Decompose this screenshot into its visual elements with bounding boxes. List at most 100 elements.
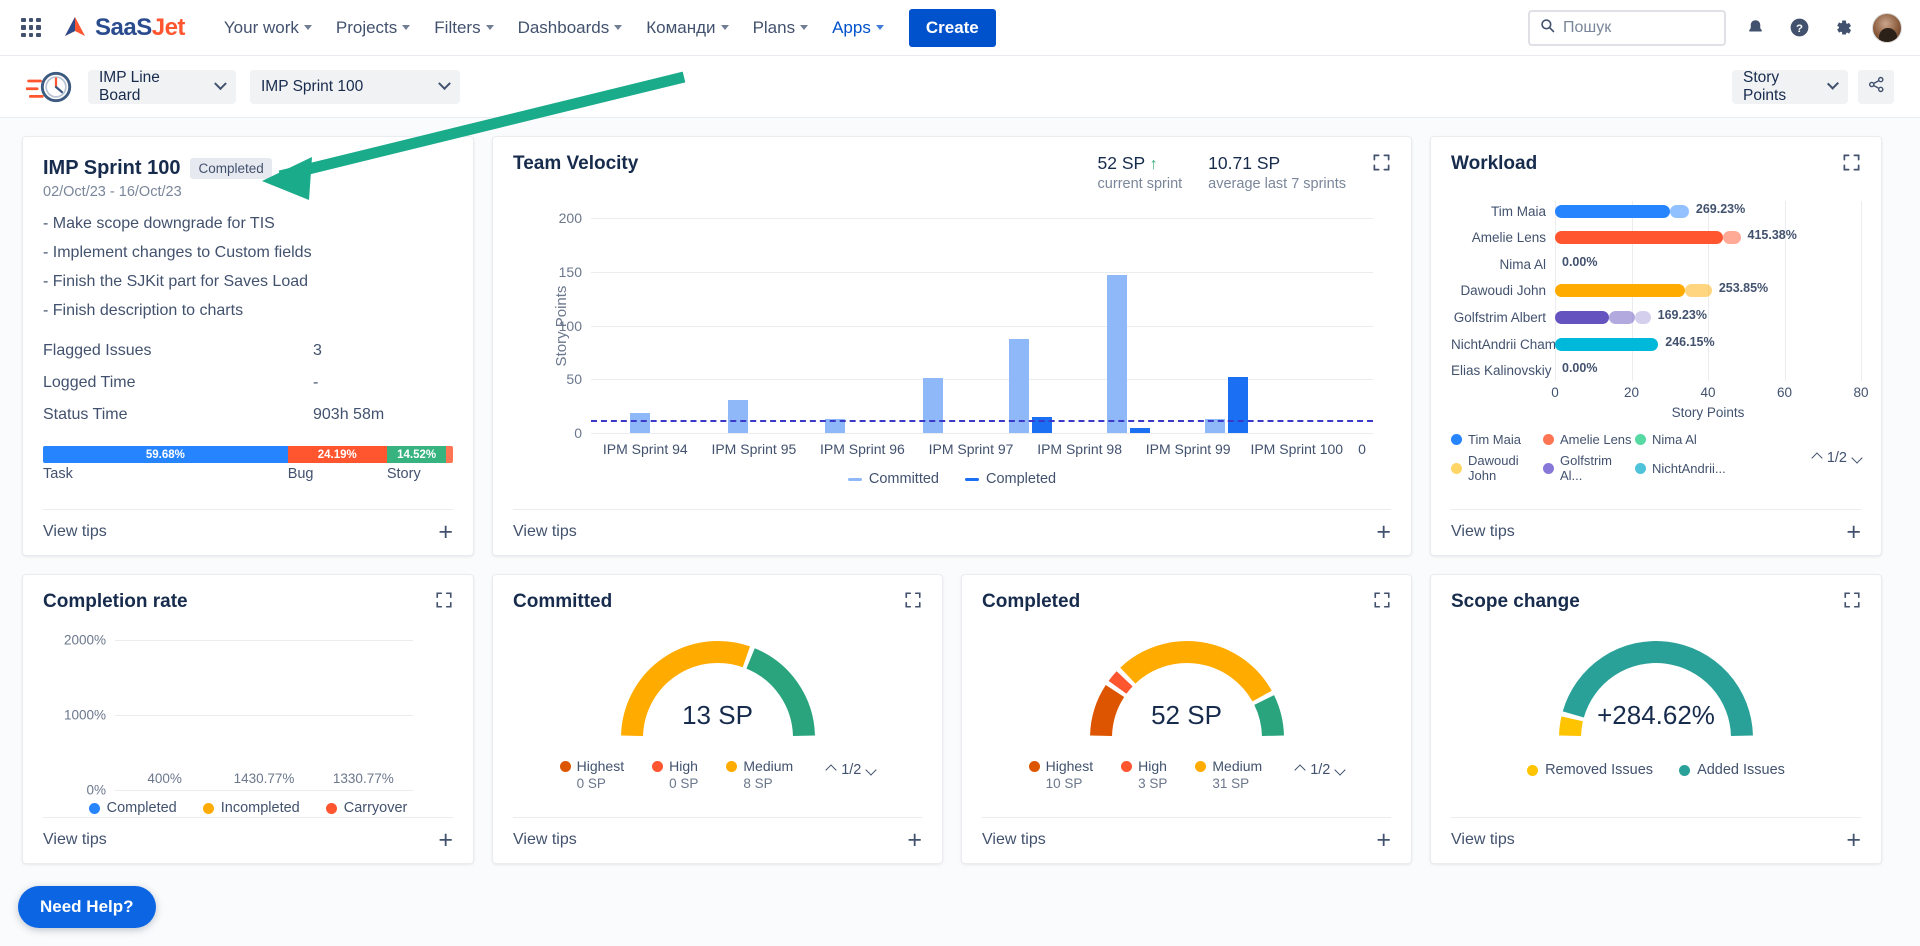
view-tips-footer[interactable]: View tips + [513,817,922,863]
table-row: Tim Maia 269.23% [1451,201,1861,221]
bar[interactable] [923,378,944,433]
legend-item[interactable]: Completed [88,800,177,816]
main-nav-links: Your work Projects Filters Dashboards Ко… [213,8,996,47]
expand-icon[interactable] [1372,153,1391,177]
legend-item[interactable]: Added Issues [1679,762,1785,778]
bar[interactable] [727,399,748,433]
legend-item[interactable]: Highest 0 SP [559,758,624,791]
workload-card: Workload Tim Maia 269.23% Amelie Lens 415.3… [1430,136,1882,556]
gauge-segment[interactable] [1108,671,1133,694]
legend-label: High [669,758,698,774]
bar[interactable] [1723,231,1741,245]
need-help-button[interactable]: Need Help? [18,886,156,928]
bar[interactable] [1227,377,1248,433]
bar-group [884,218,982,433]
legend-item[interactable]: Medium 31 SP [1195,758,1262,791]
chevron-down-icon[interactable] [865,764,878,776]
nav-item-apps[interactable]: Apps [821,10,895,46]
nav-item-your-work[interactable]: Your work [213,10,323,46]
legend-item[interactable]: Highest 10 SP [1028,758,1094,791]
bar[interactable] [1635,311,1651,325]
app-switcher-icon[interactable] [18,15,44,41]
expand-icon[interactable] [1843,591,1861,614]
legend-item[interactable]: High 0 SP [652,758,698,791]
bar[interactable] [1669,204,1689,218]
nav-item-dashboards[interactable]: Dashboards [507,10,634,46]
nav-item-plans[interactable]: Plans [742,10,820,46]
chevron-down-icon[interactable] [1851,451,1863,464]
board-select[interactable]: IMP Line Board [88,69,236,104]
create-button[interactable]: Create [908,8,996,47]
legend-item[interactable]: High 3 SP [1121,758,1167,791]
bar[interactable] [1685,284,1712,298]
view-tips-footer[interactable]: View tips + [1451,509,1861,555]
legend-pager[interactable]: 1/2 [825,762,878,778]
bar[interactable] [1555,231,1724,245]
gauge-segment[interactable] [1559,716,1583,737]
bar[interactable] [1107,274,1128,433]
gauge-segment[interactable] [1253,695,1284,737]
gauge-segment[interactable] [1119,641,1272,702]
legend-label: Highest [1045,758,1094,774]
nav-item-teams[interactable]: Команди [635,10,739,46]
settings-icon[interactable] [1828,13,1858,43]
view-tips-footer[interactable]: View tips + [43,509,453,555]
workload-bar-track: 246.15% [1555,335,1861,351]
saasjet-logo[interactable]: SaaSJet [62,14,185,42]
add-icon[interactable]: + [438,828,453,853]
add-icon[interactable]: + [907,828,922,853]
gauge-segment[interactable] [745,648,815,737]
nav-item-filters[interactable]: Filters [423,10,504,46]
legend-item[interactable]: Dawoudi John [1451,453,1543,483]
legend-item[interactable]: Tim Maia [1451,432,1543,447]
legend-pager[interactable]: 1/2 [1811,450,1863,466]
legend-pager[interactable]: 1/2 [1294,762,1347,778]
gauge-segment[interactable] [1089,685,1124,737]
nav-item-projects[interactable]: Projects [325,10,421,46]
bar[interactable] [1555,337,1659,351]
avatar[interactable] [1872,12,1902,43]
view-tips-footer[interactable]: View tips + [982,817,1391,863]
legend-item[interactable]: Medium 8 SP [726,758,793,791]
expand-icon[interactable] [435,591,453,614]
view-tips-footer[interactable]: View tips + [43,817,453,863]
expand-icon[interactable] [904,591,922,614]
add-icon[interactable]: + [438,520,453,545]
unit-select[interactable]: Story Points [1732,69,1848,104]
bar[interactable] [1130,427,1151,433]
chevron-up-icon[interactable] [825,764,837,776]
expand-icon[interactable] [1373,591,1391,614]
search-box[interactable] [1528,9,1726,46]
table-row: Amelie Lens 415.38% [1451,228,1861,248]
add-icon[interactable]: + [1376,520,1391,545]
bar[interactable] [629,412,650,433]
add-icon[interactable]: + [1846,828,1861,853]
help-icon[interactable]: ? [1784,13,1814,43]
chevron-up-icon[interactable] [1811,451,1823,464]
legend-item[interactable]: Golfstrim Al... [1543,453,1635,483]
bar[interactable] [1555,284,1686,298]
legend-item[interactable]: Carryover [325,800,407,816]
legend-item[interactable]: Committed [847,471,939,487]
legend-item[interactable]: Removed Issues [1527,762,1653,778]
add-icon[interactable]: + [1376,828,1391,853]
view-tips-footer[interactable]: View tips + [513,509,1391,555]
expand-icon[interactable] [1842,153,1861,177]
legend-item[interactable]: Incompleted [202,800,300,816]
search-input[interactable] [1563,18,1714,37]
sprint-select[interactable]: IMP Sprint 100 [250,69,460,104]
bar[interactable] [1608,311,1636,325]
chevron-down-icon[interactable] [1334,764,1347,776]
bar[interactable] [1555,204,1670,218]
legend-item[interactable]: Nima Al [1635,432,1727,447]
legend-item[interactable]: Completed [964,471,1056,487]
view-tips-footer[interactable]: View tips + [1451,817,1861,863]
bar[interactable] [1555,311,1609,325]
legend-item[interactable]: NichtAndrii... [1635,453,1727,483]
add-icon[interactable]: + [1846,520,1861,545]
chevron-up-icon[interactable] [1294,764,1306,776]
legend-item[interactable]: Amelie Lens [1543,432,1635,447]
notifications-icon[interactable] [1740,13,1770,43]
svg-text:?: ? [1796,23,1803,35]
share-button[interactable] [1858,69,1894,104]
